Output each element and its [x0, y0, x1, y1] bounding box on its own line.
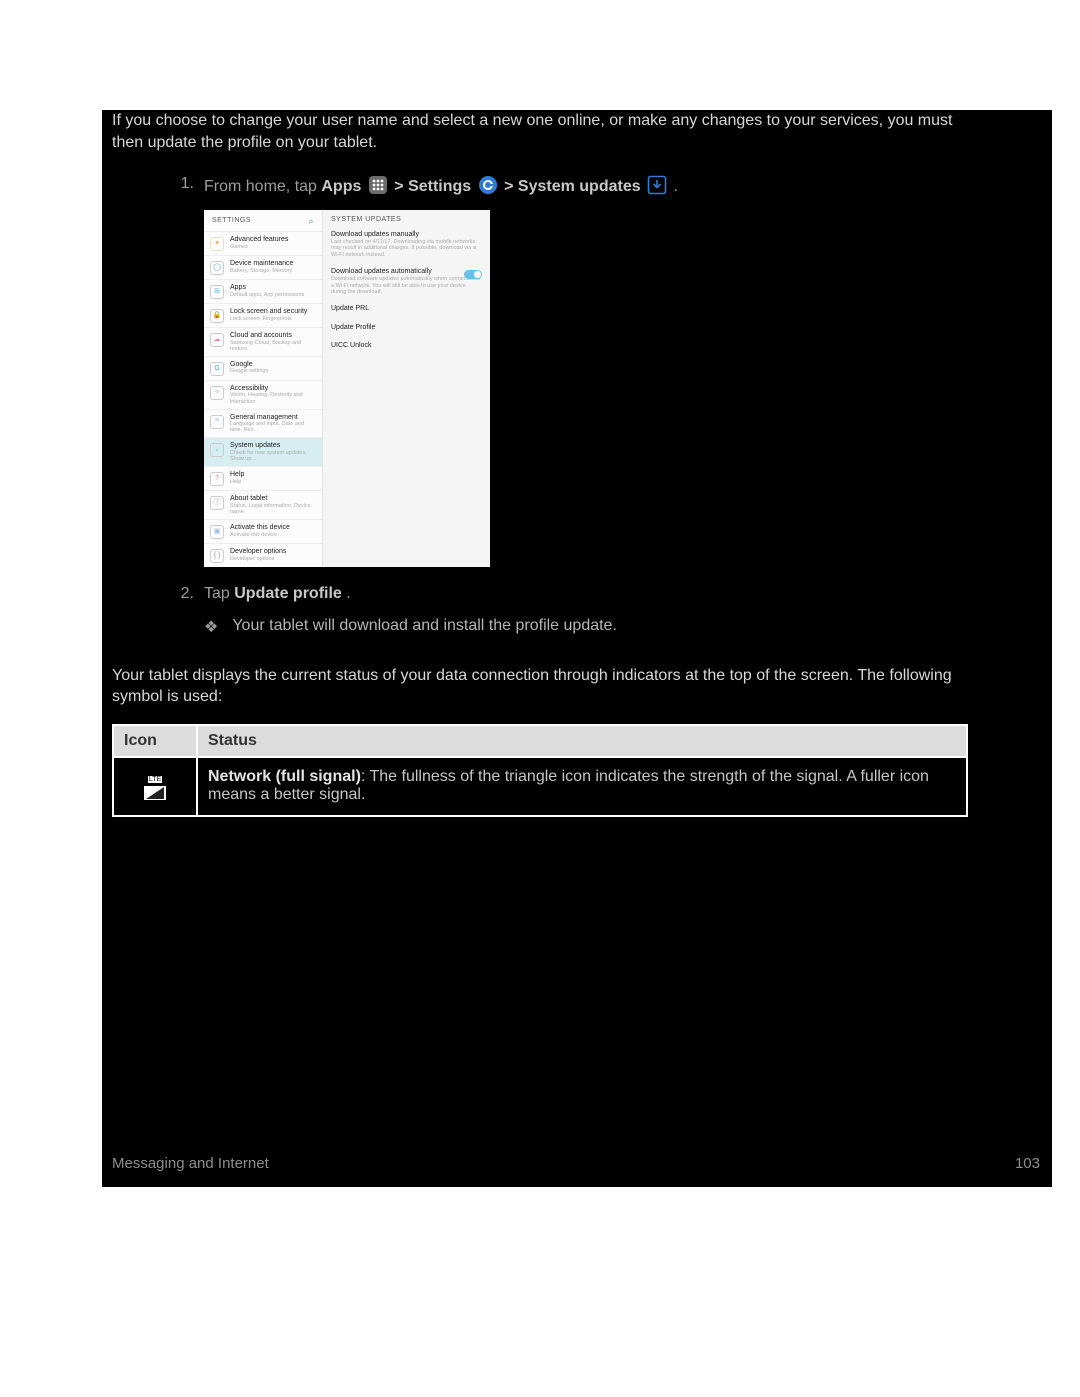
settings-list-item: ⊞AppsDefault apps, App permissions — [204, 279, 322, 303]
settings-screenshot: SETTINGS ⌕ ✦Advanced featuresGames◯Devic… — [204, 210, 490, 567]
network-signal-icon: LTE — [113, 757, 197, 816]
apps-icon — [368, 175, 388, 195]
settings-list-item: ◯Device maintenanceBattery, Storage, Mem… — [204, 255, 322, 279]
settings-list-item: ✦Advanced featuresGames — [204, 231, 322, 255]
system-updates-item: Update PRL — [331, 305, 482, 313]
page-footer: Messaging and Internet 103 — [112, 1155, 1040, 1172]
system-updates-panel-title: SYSTEM UPDATES — [331, 216, 482, 224]
step-1: 1. From home, tap Apps > Settings > Syst… — [112, 175, 968, 196]
settings-list-item: ≡General managementLanguage and input, D… — [204, 409, 322, 438]
data-connection-description: Your tablet displays the current status … — [112, 665, 968, 708]
col-icon: Icon — [113, 725, 197, 757]
system-updates-item: Update Profile — [331, 324, 482, 332]
system-updates-item: UICC Unlock — [331, 342, 482, 350]
settings-list-item: ?HelpHelp — [204, 466, 322, 490]
settings-list-item: ⓘAbout tabletStatus, Legal information, … — [204, 490, 322, 519]
settings-list-item: ✧AccessibilityVision, Hearing, Dexterity… — [204, 380, 322, 409]
settings-list-item: ↓System updatesCheck for new system upda… — [204, 437, 322, 466]
document-page: If you choose to change your user name a… — [0, 0, 1080, 1397]
settings-list-item: { }Developer optionsDeveloper options — [204, 543, 322, 567]
footer-section: Messaging and Internet — [112, 1155, 269, 1172]
system-updates-icon — [647, 175, 667, 195]
system-updates-item: Download updates automaticallyDownload s… — [331, 268, 482, 295]
settings-list-item: ▣Activate this deviceActivate this devic… — [204, 519, 322, 543]
settings-list-item: GGoogleGoogle settings — [204, 356, 322, 380]
toggle-switch — [464, 270, 482, 279]
search-icon: ⌕ — [308, 216, 314, 227]
result-bullet: ❖ Your tablet will download and install … — [112, 617, 968, 637]
settings-panel-title: SETTINGS — [212, 217, 251, 225]
col-status: Status — [197, 725, 967, 757]
network-signal-description: Network (full signal): The fullness of t… — [197, 757, 967, 816]
step-2: 2. Tap Update profile . — [112, 585, 968, 603]
status-indicator-table: Icon Status LTE Network (full signal): T… — [112, 724, 968, 817]
settings-icon — [478, 175, 498, 195]
settings-list-item: 🔒Lock screen and securityLock screen, Fi… — [204, 303, 322, 327]
system-updates-item: Download updates manuallyLast checked on… — [331, 231, 482, 258]
intro-paragraph: If you choose to change your user name a… — [112, 110, 968, 153]
footer-page-number: 103 — [1015, 1155, 1040, 1172]
settings-list-item: ☁Cloud and accountsSamsung Cloud, Backup… — [204, 327, 322, 356]
